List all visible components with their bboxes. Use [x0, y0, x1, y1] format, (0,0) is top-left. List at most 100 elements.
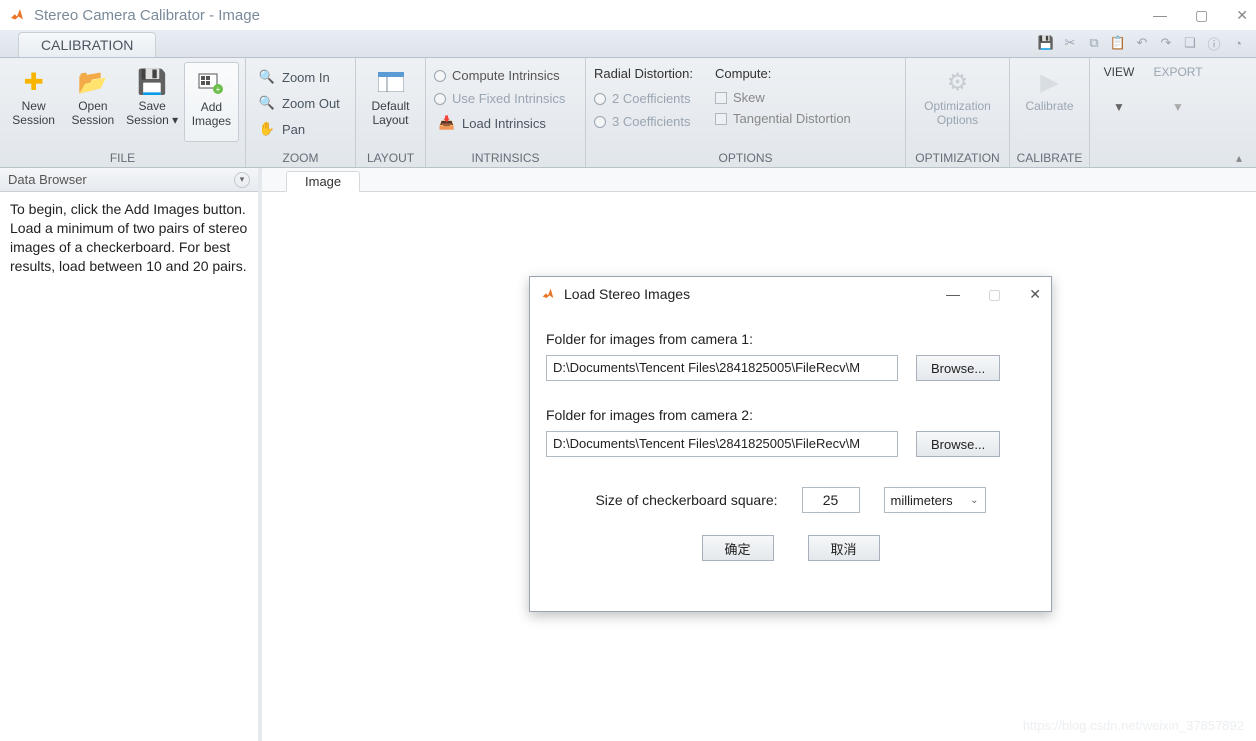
- window-title: Stereo Camera Calibrator - Image: [34, 7, 260, 24]
- group-label-file: FILE: [6, 149, 239, 165]
- view-dropdown[interactable]: VIEW ▼: [1096, 62, 1142, 142]
- data-browser-header[interactable]: Data Browser ▾: [0, 168, 258, 192]
- quick-access-toolbar: 💾 ✂ ⧉ 📋 ↶ ↷ ❏ ⓘ ◔: [1028, 29, 1256, 57]
- data-browser-hint: To begin, click the Add Images button. L…: [0, 192, 258, 284]
- open-session-button[interactable]: 📂 Open Session: [65, 62, 120, 142]
- ribbon: ✚ New Session 📂 Open Session 💾 Save Sess…: [0, 58, 1256, 168]
- group-label-layout: LAYOUT: [362, 149, 419, 165]
- radio-icon: [434, 93, 446, 105]
- chevron-down-icon: ▼: [1113, 100, 1125, 114]
- ribbon-tabstrip: CALIBRATION 💾 ✂ ⧉ 📋 ↶ ↷ ❏ ⓘ ◔: [0, 30, 1256, 58]
- two-coefficients-radio[interactable]: 2 Coefficients: [594, 89, 693, 108]
- load-icon: 📥: [438, 114, 456, 132]
- paste-icon[interactable]: 📋: [1108, 33, 1128, 53]
- dialog-title: Load Stereo Images: [564, 286, 690, 302]
- tab-image[interactable]: Image: [286, 171, 360, 192]
- checkerboard-size-input[interactable]: 25: [802, 487, 860, 513]
- hand-icon: ✋: [258, 120, 276, 138]
- load-intrinsics-button[interactable]: 📥Load Intrinsics: [434, 112, 565, 134]
- svg-text:+: +: [216, 85, 221, 94]
- dialog-titlebar[interactable]: Load Stereo Images — ▢ ✕: [530, 277, 1051, 311]
- radial-distortion-header: Radial Distortion:: [594, 66, 693, 81]
- maximize-icon[interactable]: ▢: [1195, 7, 1208, 24]
- matlab-icon: [540, 286, 556, 302]
- copy-icon[interactable]: ⧉: [1084, 33, 1104, 53]
- group-label-intrinsics: INTRINSICS: [432, 149, 579, 165]
- pan-button[interactable]: ✋Pan: [254, 118, 344, 140]
- titlebar: Stereo Camera Calibrator - Image — ▢ ✕: [0, 0, 1256, 30]
- save-icon[interactable]: 💾: [1036, 33, 1056, 53]
- group-optimization: ⚙ Optimization Options OPTIMIZATION: [906, 58, 1010, 167]
- dialog-close-icon[interactable]: ✕: [1029, 286, 1041, 303]
- zoom-in-button[interactable]: 🔍Zoom In: [254, 66, 344, 88]
- matlab-icon: [8, 6, 26, 24]
- camera2-folder-label: Folder for images from camera 2:: [546, 407, 1035, 423]
- ok-button[interactable]: 确定: [702, 535, 774, 561]
- folder-icon: 📂: [77, 66, 109, 98]
- compute-header: Compute:: [715, 66, 851, 81]
- group-zoom: 🔍Zoom In 🔍Zoom Out ✋Pan ZOOM: [246, 58, 356, 167]
- dialog-minimize-icon[interactable]: —: [946, 286, 960, 303]
- group-calibrate: ▶ Calibrate CALIBRATE: [1010, 58, 1090, 167]
- zoom-out-icon: 🔍: [258, 94, 276, 112]
- redo-icon[interactable]: ↷: [1156, 33, 1176, 53]
- group-label-zoom: ZOOM: [252, 149, 349, 165]
- camera2-folder-input[interactable]: D:\Documents\Tencent Files\2841825005\Fi…: [546, 431, 898, 457]
- group-options: Radial Distortion: 2 Coefficients 3 Coef…: [586, 58, 906, 167]
- use-fixed-intrinsics-radio[interactable]: Use Fixed Intrinsics: [434, 89, 565, 108]
- data-browser-panel: Data Browser ▾ To begin, click the Add I…: [0, 168, 262, 741]
- save-session-button[interactable]: 💾 Save Session ▾: [125, 62, 180, 142]
- browse-camera2-button[interactable]: Browse...: [916, 431, 1000, 457]
- cancel-button[interactable]: 取消: [808, 535, 880, 561]
- export-dropdown[interactable]: EXPORT ▼: [1150, 62, 1206, 142]
- disk-icon: 💾: [136, 66, 168, 98]
- play-icon: ▶: [1034, 66, 1066, 98]
- group-label-optimization: OPTIMIZATION: [912, 149, 1003, 165]
- help-icon[interactable]: ⓘ: [1204, 33, 1224, 53]
- group-file: ✚ New Session 📂 Open Session 💾 Save Sess…: [0, 58, 246, 167]
- layout-icon: [375, 66, 407, 98]
- checkerboard-size-label: Size of checkerboard square:: [595, 492, 777, 508]
- group-intrinsics: Compute Intrinsics Use Fixed Intrinsics …: [426, 58, 586, 167]
- unit-select[interactable]: millimeters ⌄: [884, 487, 986, 513]
- windows-icon[interactable]: ❏: [1180, 33, 1200, 53]
- minimize-icon[interactable]: —: [1153, 7, 1167, 24]
- document-tabs: Image: [262, 168, 1256, 192]
- undo-icon[interactable]: ↶: [1132, 33, 1152, 53]
- collapse-ribbon-icon[interactable]: ▴: [1096, 149, 1250, 165]
- group-label-calibrate: CALIBRATE: [1016, 149, 1083, 165]
- optimization-options-button[interactable]: ⚙ Optimization Options: [912, 62, 1003, 142]
- zoom-in-icon: 🔍: [258, 68, 276, 86]
- load-stereo-images-dialog: Load Stereo Images — ▢ ✕ Folder for imag…: [529, 276, 1052, 612]
- group-view-export: VIEW ▼ EXPORT ▼ ▴: [1090, 58, 1256, 167]
- zoom-out-button[interactable]: 🔍Zoom Out: [254, 92, 344, 114]
- browse-camera1-button[interactable]: Browse...: [916, 355, 1000, 381]
- tab-calibration[interactable]: CALIBRATION: [18, 32, 156, 57]
- cut-icon[interactable]: ✂: [1060, 33, 1080, 53]
- three-coefficients-radio[interactable]: 3 Coefficients: [594, 112, 693, 131]
- radio-icon: [594, 93, 606, 105]
- add-images-button[interactable]: + Add Images: [184, 62, 239, 142]
- chevron-down-icon: ⌄: [970, 495, 978, 506]
- dropdown-icon[interactable]: ◔: [1228, 33, 1248, 53]
- new-session-button[interactable]: ✚ New Session: [6, 62, 61, 142]
- calibrate-button[interactable]: ▶ Calibrate: [1016, 62, 1083, 142]
- group-layout: Default Layout LAYOUT: [356, 58, 426, 167]
- checkbox-icon: [715, 92, 727, 104]
- radio-icon: [434, 70, 446, 82]
- dialog-maximize-icon[interactable]: ▢: [988, 286, 1001, 303]
- compute-intrinsics-radio[interactable]: Compute Intrinsics: [434, 66, 565, 85]
- gear-icon: ⚙: [942, 66, 974, 98]
- group-label-options: OPTIONS: [592, 149, 899, 165]
- tangential-distortion-checkbox[interactable]: Tangential Distortion: [715, 110, 851, 127]
- default-layout-button[interactable]: Default Layout: [362, 62, 419, 142]
- checkbox-icon: [715, 113, 727, 125]
- plus-icon: ✚: [18, 66, 50, 98]
- add-images-icon: +: [195, 67, 227, 99]
- panel-menu-icon[interactable]: ▾: [234, 172, 250, 188]
- camera1-folder-input[interactable]: D:\Documents\Tencent Files\2841825005\Fi…: [546, 355, 898, 381]
- skew-checkbox[interactable]: Skew: [715, 89, 851, 106]
- watermark: https://blog.csdn.net/weixin_37857892: [1023, 718, 1244, 733]
- close-icon[interactable]: ✕: [1236, 7, 1248, 24]
- camera1-folder-label: Folder for images from camera 1:: [546, 331, 1035, 347]
